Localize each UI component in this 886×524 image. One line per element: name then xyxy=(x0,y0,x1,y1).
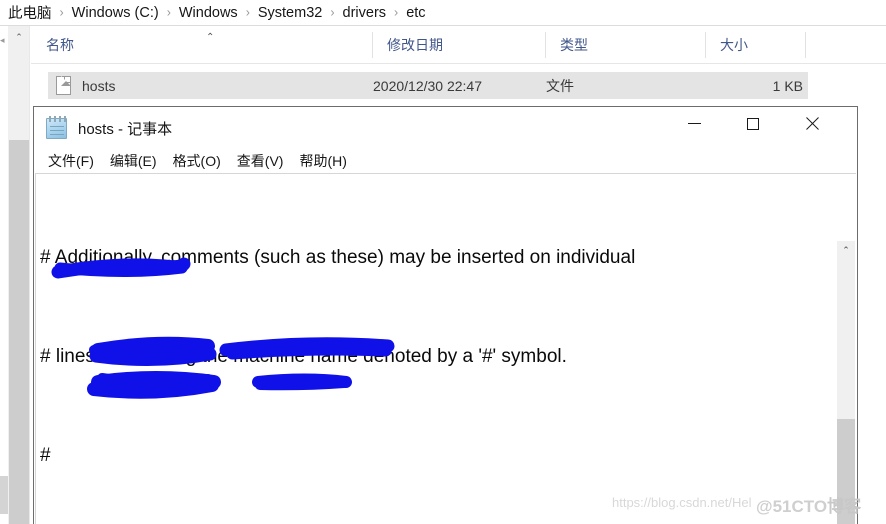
breadcrumb-separator-icon: › xyxy=(394,5,399,19)
maximize-button[interactable] xyxy=(730,107,776,140)
breadcrumb-item-4[interactable]: drivers xyxy=(342,5,388,21)
breadcrumb[interactable]: 此电脑 › Windows (C:) › Windows › System32 … xyxy=(0,0,886,25)
notepad-titlebar[interactable]: hosts - 记事本 xyxy=(34,107,857,149)
breadcrumb-divider xyxy=(0,25,886,26)
file-icon xyxy=(56,76,71,95)
breadcrumb-separator-icon: › xyxy=(59,5,64,19)
breadcrumb-separator-icon: › xyxy=(166,5,171,19)
scrollbar-thumb[interactable] xyxy=(837,419,855,524)
sort-ascending-icon: ⌃ xyxy=(206,32,215,43)
file-list-header: 名称 ⌃ 修改日期 类型 大小 xyxy=(31,27,886,63)
window-corner-chip xyxy=(0,476,8,514)
cell-modified: 2020/12/30 22:47 xyxy=(373,77,482,94)
breadcrumb-item-1[interactable]: Windows (C:) xyxy=(71,5,160,21)
column-divider[interactable] xyxy=(805,32,806,58)
notepad-vertical-scrollbar[interactable]: ⌃ xyxy=(837,241,855,524)
breadcrumb-separator-icon: › xyxy=(245,5,250,19)
column-header-type[interactable]: 类型 xyxy=(545,27,705,63)
window-left-edge xyxy=(0,26,8,524)
close-icon xyxy=(805,117,819,131)
text-line: # lines or following the machine name de… xyxy=(40,346,567,367)
menu-item-file[interactable]: 文件(F) xyxy=(40,151,102,171)
scroll-up-icon[interactable]: ⌃ xyxy=(8,26,30,48)
cell-size: 1 KB xyxy=(772,77,803,94)
minimize-button[interactable] xyxy=(671,107,717,140)
column-header-modified[interactable]: 修改日期 xyxy=(372,27,545,63)
menu-item-edit[interactable]: 编辑(E) xyxy=(102,151,165,171)
hosts-file-content[interactable]: # Additionally, comments (such as these)… xyxy=(40,175,836,524)
screenshot-root: 此电脑 › Windows (C:) › Windows › System32 … xyxy=(0,0,886,524)
breadcrumb-item-3[interactable]: System32 xyxy=(257,5,323,21)
scroll-left-arrow-icon[interactable]: ◂ xyxy=(0,36,8,45)
table-row[interactable]: hosts 2020/12/30 22:47 文件 1 KB xyxy=(48,72,808,99)
notepad-title: hosts - 记事本 xyxy=(78,121,173,138)
menu-item-format[interactable]: 格式(O) xyxy=(165,151,229,171)
text-line: # xyxy=(40,445,51,466)
text-line: # Additionally, comments (such as these)… xyxy=(40,247,636,268)
explorer-vertical-scrollbar[interactable]: ⌃ xyxy=(8,26,30,524)
minimize-icon xyxy=(687,123,701,124)
column-header-size[interactable]: 大小 xyxy=(705,27,805,63)
column-header-name[interactable]: 名称 xyxy=(31,27,372,63)
cell-name: hosts xyxy=(82,77,116,94)
breadcrumb-item-2[interactable]: Windows xyxy=(178,5,239,21)
notepad-icon xyxy=(46,116,67,139)
breadcrumb-item-5[interactable]: etc xyxy=(405,5,426,21)
close-button[interactable] xyxy=(789,107,835,140)
menu-item-help[interactable]: 帮助(H) xyxy=(291,151,354,171)
header-divider xyxy=(31,63,886,64)
notepad-text-area[interactable]: # Additionally, comments (such as these)… xyxy=(35,173,856,524)
notepad-menubar[interactable]: 文件(F) 编辑(E) 格式(O) 查看(V) 帮助(H) xyxy=(34,149,857,173)
cell-type: 文件 xyxy=(546,77,574,94)
scrollbar-thumb[interactable] xyxy=(9,140,29,524)
breadcrumb-separator-icon: › xyxy=(330,5,335,19)
menu-item-view[interactable]: 查看(V) xyxy=(229,151,292,171)
breadcrumb-item-0[interactable]: 此电脑 xyxy=(7,2,53,23)
maximize-icon xyxy=(747,117,759,130)
notepad-window: hosts - 记事本 文件(F) 编辑(E) 格式(O) 查看(V) 帮助(H… xyxy=(33,106,858,524)
scroll-up-icon[interactable]: ⌃ xyxy=(837,241,855,259)
